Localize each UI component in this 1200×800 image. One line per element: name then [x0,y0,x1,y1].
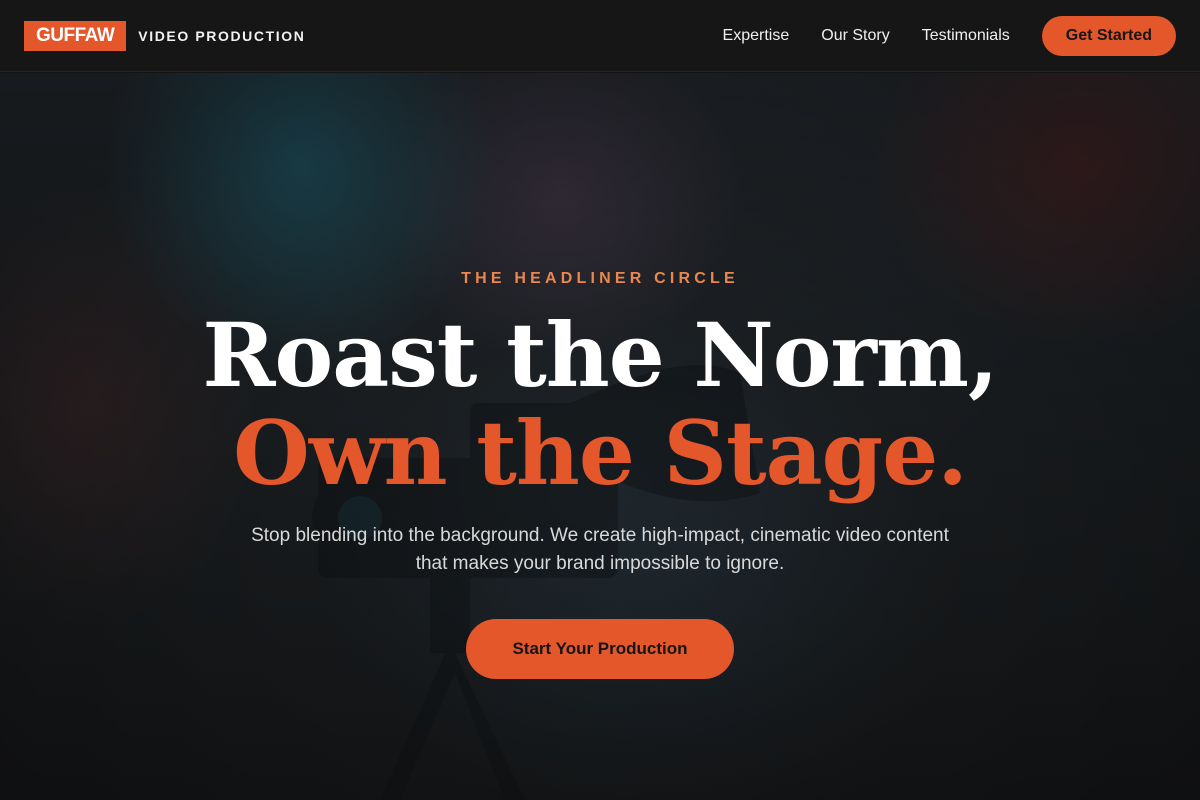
nav-link-testimonials[interactable]: Testimonials [922,27,1010,45]
start-production-button[interactable]: Start Your Production [466,619,734,679]
hero-section: THE HEADLINER CIRCLE Roast the Norm, Own… [0,73,1200,800]
nav-link-our-story[interactable]: Our Story [821,27,889,45]
site-header: GUFFAW VIDEO PRODUCTION Expertise Our St… [0,0,1200,72]
logo-subtitle: VIDEO PRODUCTION [138,27,306,44]
nav-link-expertise[interactable]: Expertise [723,27,790,45]
get-started-button[interactable]: Get Started [1041,15,1176,56]
hero-headline-line1: Roast the Norm, [202,303,998,407]
landing-page: GUFFAW VIDEO PRODUCTION Expertise Our St… [0,0,1200,800]
hero-subtext: Stop blending into the background. We cr… [251,525,949,574]
main-nav: Expertise Our Story Testimonials Get Sta… [723,15,1176,56]
hero-eyebrow: THE HEADLINER CIRCLE [461,270,739,287]
logo[interactable]: GUFFAW [24,20,127,51]
hero-headline-line2: Own the Stage. [233,401,968,505]
